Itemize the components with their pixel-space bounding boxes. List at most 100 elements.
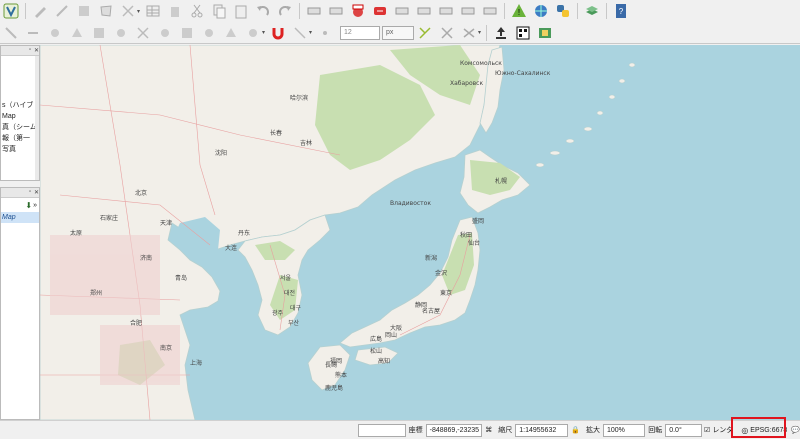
- tool-e-icon[interactable]: [90, 24, 108, 42]
- globe-plugin-icon[interactable]: [532, 2, 550, 20]
- attribute-table-icon[interactable]: [144, 2, 162, 20]
- rotation-input[interactable]: 0.0°: [665, 423, 703, 437]
- place-label: 大阪: [390, 324, 402, 332]
- label-show-icon[interactable]: [415, 2, 433, 20]
- tool-b-icon[interactable]: [24, 24, 42, 42]
- tool-j-icon[interactable]: [200, 24, 218, 42]
- avoid-overlap-icon[interactable]: [460, 24, 478, 42]
- help-icon[interactable]: ?: [612, 2, 630, 20]
- lock-icon[interactable]: 🔒: [571, 426, 580, 434]
- place-label: 광주: [272, 310, 284, 317]
- messages-icon[interactable]: 💬: [791, 426, 800, 434]
- digitize-icon[interactable]: [53, 2, 71, 20]
- delete-icon[interactable]: [166, 2, 184, 20]
- coord-label: 座標: [408, 427, 423, 434]
- label-diagram-icon[interactable]: [481, 2, 499, 20]
- tool-g-icon[interactable]: [134, 24, 152, 42]
- add-polygon-icon[interactable]: [97, 2, 115, 20]
- snap-vertex-icon[interactable]: [291, 24, 309, 42]
- redo-icon[interactable]: [276, 2, 294, 20]
- save-layer-icon[interactable]: [75, 2, 93, 20]
- place-label: 青岛: [175, 274, 187, 282]
- layer-item[interactable]: 報（第一: [1, 133, 39, 144]
- tool-c-icon[interactable]: [46, 24, 64, 42]
- tool-d-icon[interactable]: [68, 24, 86, 42]
- undo-icon[interactable]: [254, 2, 272, 20]
- place-label: 太原: [70, 229, 82, 237]
- magnifier-label: 拡大: [586, 427, 600, 434]
- place-label: 济南: [140, 254, 152, 262]
- place-label: 부산: [288, 319, 300, 327]
- place-label: 丹东: [238, 229, 250, 237]
- plugin-upload-icon[interactable]: [492, 24, 510, 42]
- tool-i-icon[interactable]: [178, 24, 196, 42]
- close-icon[interactable]: ✕: [34, 189, 39, 196]
- place-label: 哈尔滨: [290, 94, 308, 102]
- place-label: 대전: [284, 289, 295, 297]
- browser-item[interactable]: Map: [1, 212, 39, 223]
- layer-item[interactable]: 写真: [1, 144, 39, 155]
- float-icon[interactable]: ▫: [29, 47, 31, 53]
- topology-icon[interactable]: [416, 24, 434, 42]
- qgis-logo-icon[interactable]: [2, 2, 20, 20]
- paste-icon[interactable]: [232, 2, 250, 20]
- tool-k-icon[interactable]: [222, 24, 240, 42]
- svg-text:!: !: [518, 8, 520, 17]
- coordinate-field[interactable]: -848869,-23235: [425, 423, 483, 437]
- place-label: Южно-Сахалинск: [495, 70, 551, 77]
- tool-a-icon[interactable]: [2, 24, 20, 42]
- python-console-icon[interactable]: [554, 2, 572, 20]
- layer-item[interactable]: s（ハイブ: [1, 100, 39, 111]
- tool-l-icon[interactable]: [244, 24, 262, 42]
- layer-item[interactable]: Map: [1, 111, 39, 122]
- snap-tolerance-input[interactable]: 12: [340, 25, 381, 40]
- tool-f-icon[interactable]: [112, 24, 130, 42]
- toggle-extent-icon[interactable]: ⌘: [485, 426, 492, 434]
- place-label: 札幌: [495, 177, 507, 185]
- layer-stack-icon[interactable]: [583, 2, 601, 20]
- place-label: 金沢: [435, 269, 447, 277]
- scale-select[interactable]: 1:14955632: [515, 423, 569, 437]
- layer-item[interactable]: 真（シーム: [1, 122, 39, 133]
- label-change-icon[interactable]: [459, 2, 477, 20]
- layers-scrollbar[interactable]: [35, 56, 39, 180]
- rotation-label: 回転: [648, 427, 663, 434]
- intersection-icon[interactable]: [438, 24, 456, 42]
- copy-icon[interactable]: [210, 2, 228, 20]
- place-label: 秋田: [460, 231, 472, 239]
- search-locator-input[interactable]: [358, 423, 406, 437]
- place-label: 新潟: [425, 254, 437, 262]
- browser-panel: ▫ ✕ ⬇ » Map: [0, 187, 40, 420]
- place-label: 长春: [270, 129, 282, 137]
- place-label: 東京: [440, 289, 452, 297]
- snap-unit-select[interactable]: px: [382, 25, 415, 40]
- place-label: 広島: [370, 335, 382, 343]
- vertex-tool-icon[interactable]: [119, 2, 137, 20]
- label-move-icon[interactable]: [327, 2, 345, 20]
- label-pin-icon[interactable]: [393, 2, 411, 20]
- label-tool-icon[interactable]: [305, 2, 323, 20]
- place-label: 서울: [280, 274, 292, 282]
- float-icon[interactable]: ▫: [29, 189, 31, 195]
- render-checkbox[interactable]: ☑: [704, 426, 710, 434]
- label-abc-icon[interactable]: [371, 2, 389, 20]
- magnifier-input[interactable]: 100%: [603, 423, 646, 437]
- map-canvas[interactable]: 札幌 東京 大阪 名古屋 仙台 福岡 広島 新潟 盛岡 秋田 金沢 静岡 熊本 鹿児島 長崎 松山 高知 岡山 서울…: [40, 45, 800, 420]
- label-rotate-icon[interactable]: [437, 2, 455, 20]
- place-label: 長崎: [325, 361, 337, 369]
- map-plugin-icon[interactable]: [536, 24, 554, 42]
- edit-pencil-icon[interactable]: [31, 2, 49, 20]
- scale-label: 縮尺: [498, 427, 513, 434]
- close-icon[interactable]: ✕: [34, 47, 39, 54]
- tool-h-icon[interactable]: [156, 24, 174, 42]
- refresh-icon[interactable]: ⬇: [25, 201, 32, 210]
- cut-icon[interactable]: [188, 2, 206, 20]
- place-label: Владивосток: [390, 200, 431, 207]
- identify-icon[interactable]: [349, 2, 367, 20]
- warning-icon[interactable]: !: [510, 2, 528, 20]
- more-icon[interactable]: »: [33, 202, 37, 209]
- qrcode-plugin-icon[interactable]: [514, 24, 532, 42]
- snapping-magnet-icon[interactable]: [269, 24, 287, 42]
- place-label: 静岡: [415, 301, 427, 309]
- snap-mode-icon[interactable]: [316, 24, 334, 42]
